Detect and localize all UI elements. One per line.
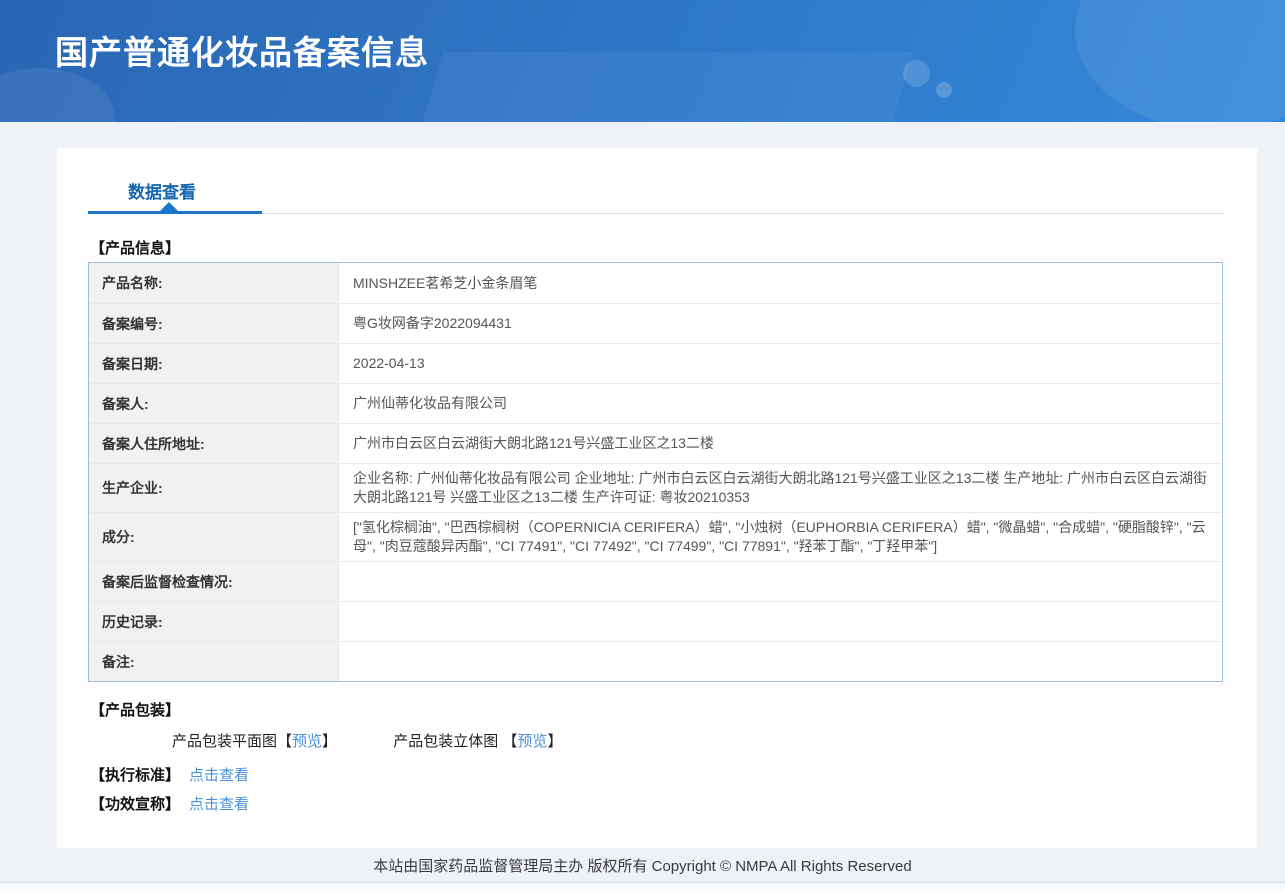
header-decoration-polygon bbox=[417, 52, 913, 122]
efficacy-row: 【功效宣称】 点击查看 bbox=[90, 793, 249, 814]
row-label-post-inspection: 备案后监督检查情况: bbox=[89, 562, 339, 601]
row-value-history bbox=[339, 602, 1222, 641]
row-value-manufacturer: 企业名称: 广州仙蒂化妆品有限公司 企业地址: 广州市白云区白云湖街大朗北路12… bbox=[353, 470, 1208, 505]
table-row: 历史记录: bbox=[89, 601, 1222, 641]
row-label-registration-date: 备案日期: bbox=[89, 344, 339, 383]
footer-copyright-text: 本站由国家药品监督管理局主办 版权所有 Copyright © NMPA All… bbox=[373, 857, 912, 875]
efficacy-view-link[interactable]: 点击查看 bbox=[189, 796, 249, 813]
row-label-product-name: 产品名称: bbox=[89, 263, 339, 303]
table-row: 产品名称: MINSHZEE茗希芝小金条眉笔 bbox=[89, 263, 1222, 303]
row-value-product-name: MINSHZEE茗希芝小金条眉笔 bbox=[353, 274, 538, 291]
section-title-packaging: 【产品包装】 bbox=[90, 702, 181, 719]
header-decoration-circle-small bbox=[936, 82, 952, 98]
header-decoration-glow bbox=[1075, 0, 1285, 122]
bracket-close: 】 bbox=[547, 733, 563, 750]
efficacy-title: 【功效宣称】 bbox=[90, 796, 181, 813]
row-label-registration-number: 备案编号: bbox=[89, 304, 339, 343]
row-value-registrant: 广州仙蒂化妆品有限公司 bbox=[353, 395, 507, 411]
row-label-remarks: 备注: bbox=[89, 642, 339, 681]
footer-bottom-strip bbox=[0, 884, 1285, 891]
standard-title: 【执行标准】 bbox=[90, 767, 181, 784]
product-info-table: 产品名称: MINSHZEE茗希芝小金条眉笔 备案编号: 粤G妆网备字20220… bbox=[88, 262, 1223, 682]
tab-data-view[interactable]: 数据查看 bbox=[128, 178, 196, 203]
tab-active-underline bbox=[88, 211, 262, 214]
row-value-remarks bbox=[339, 642, 1222, 681]
packaging-3d-item: 产品包装立体图 【预览】 bbox=[393, 730, 562, 751]
row-value-registrant-address: 广州市白云区白云湖街大朗北路121号兴盛工业区之13二楼 bbox=[353, 435, 714, 451]
row-value-registration-number: 粤G妆网备字2022094431 bbox=[353, 315, 512, 331]
row-value-registration-date: 2022-04-13 bbox=[353, 355, 425, 371]
packaging-preview-row: 产品包装平面图【预览】 产品包装立体图 【预览】 bbox=[172, 730, 562, 751]
tab-caret-icon bbox=[160, 202, 178, 211]
page-title: 国产普通化妆品备案信息 bbox=[55, 34, 429, 71]
header-decoration-circle-large bbox=[903, 60, 930, 87]
page-header-banner: 国产普通化妆品备案信息 bbox=[0, 0, 1285, 122]
packaging-flat-item: 产品包装平面图【预览】 bbox=[172, 730, 337, 751]
row-label-registrant: 备案人: bbox=[89, 384, 339, 423]
section-title-product-info: 【产品信息】 bbox=[90, 240, 181, 257]
bracket-close: 】 bbox=[322, 733, 338, 750]
table-row: 备案编号: 粤G妆网备字2022094431 bbox=[89, 303, 1222, 343]
table-row: 备案日期: 2022-04-13 bbox=[89, 343, 1222, 383]
packaging-3d-preview-link[interactable]: 预览 bbox=[517, 733, 547, 750]
row-label-manufacturer: 生产企业: bbox=[89, 464, 339, 512]
table-row: 备案后监督检查情况: bbox=[89, 561, 1222, 601]
row-label-registrant-address: 备案人住所地址: bbox=[89, 424, 339, 463]
standard-row: 【执行标准】 点击查看 bbox=[90, 764, 249, 785]
table-row: 生产企业: 企业名称: 广州仙蒂化妆品有限公司 企业地址: 广州市白云区白云湖街… bbox=[89, 463, 1222, 512]
table-row: 备注: bbox=[89, 641, 1222, 681]
bracket-open: 【 bbox=[502, 733, 518, 750]
packaging-flat-preview-link[interactable]: 预览 bbox=[292, 733, 322, 750]
row-value-ingredients: ["氢化棕榈油", "巴西棕榈树（COPERNICIA CERIFERA）蜡",… bbox=[353, 519, 1206, 554]
footer: 本站由国家药品监督管理局主办 版权所有 Copyright © NMPA All… bbox=[0, 848, 1285, 883]
row-label-ingredients: 成分: bbox=[89, 513, 339, 561]
table-row: 备案人: 广州仙蒂化妆品有限公司 bbox=[89, 383, 1222, 423]
row-value-post-inspection bbox=[339, 562, 1222, 601]
row-label-history: 历史记录: bbox=[89, 602, 339, 641]
packaging-flat-label: 产品包装平面图 bbox=[172, 733, 278, 750]
table-row: 成分: ["氢化棕榈油", "巴西棕榈树（COPERNICIA CERIFERA… bbox=[89, 512, 1222, 561]
bracket-open: 【 bbox=[277, 733, 293, 750]
table-row: 备案人住所地址: 广州市白云区白云湖街大朗北路121号兴盛工业区之13二楼 bbox=[89, 423, 1222, 463]
packaging-3d-label: 产品包装立体图 bbox=[393, 733, 503, 750]
content-card: 数据查看 【产品信息】 产品名称: MINSHZEE茗希芝小金条眉笔 备案编号:… bbox=[57, 148, 1257, 848]
header-decoration-ellipse bbox=[0, 68, 115, 122]
standard-view-link[interactable]: 点击查看 bbox=[189, 767, 249, 784]
